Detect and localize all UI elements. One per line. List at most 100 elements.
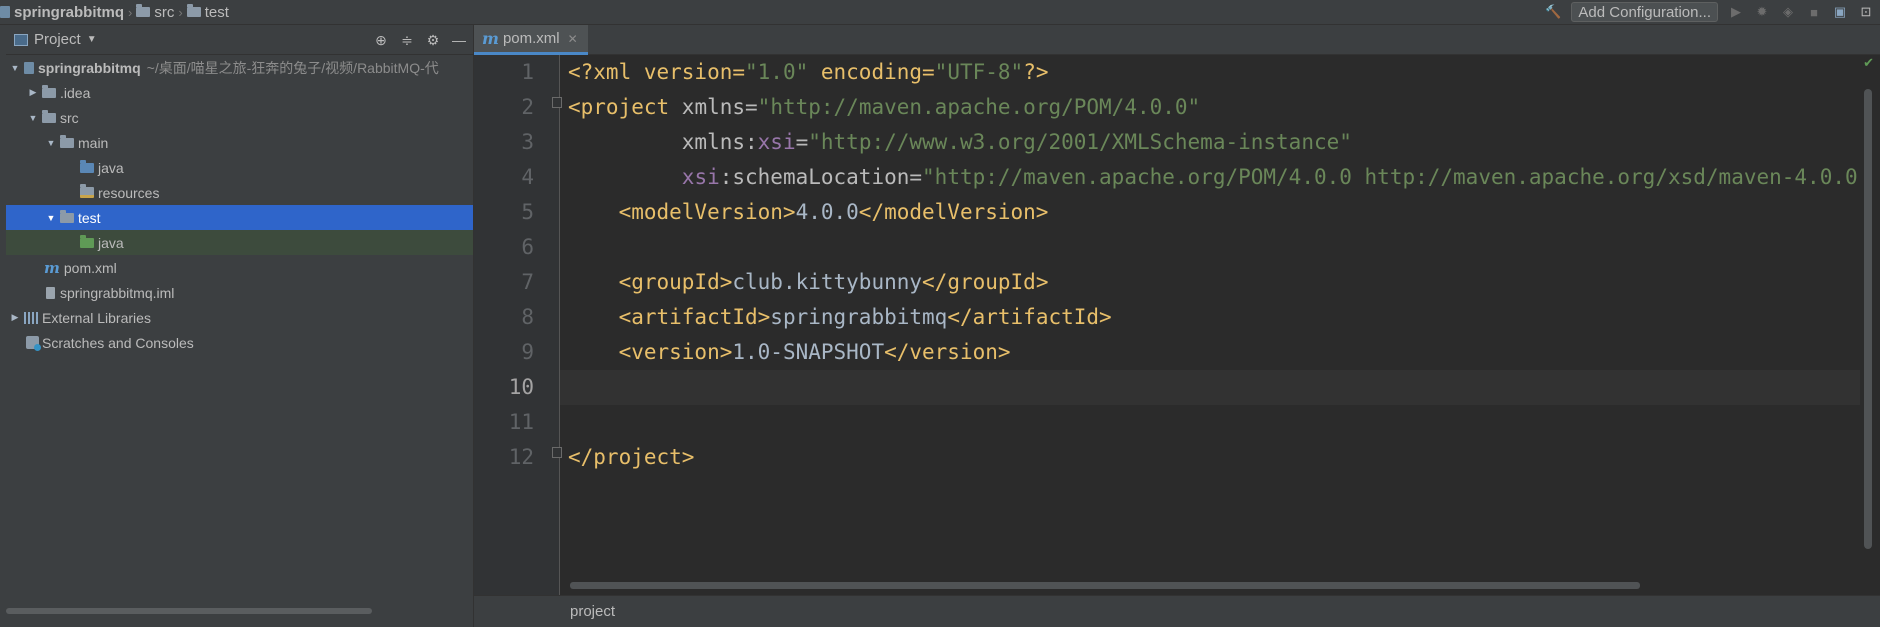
tab-label: pom.xml	[502, 30, 560, 47]
chevron-down-icon: ▼	[86, 34, 97, 45]
code-token: "http://maven.apache.org/POM/4.0.0"	[757, 95, 1201, 119]
hammer-icon[interactable]: 🔨	[1545, 4, 1561, 20]
code-token: club.kittybunny	[732, 270, 923, 294]
line-number: 11	[508, 410, 534, 434]
code-token: "http://maven.apache.org/POM/4.0.0 http:…	[922, 165, 1860, 189]
line-number-current: 10	[508, 375, 534, 399]
minimize-icon[interactable]: —	[451, 32, 467, 48]
tree-item-label: pom.xml	[63, 259, 117, 276]
line-number: 8	[521, 305, 534, 329]
code-token: :schemaLocation=	[719, 165, 923, 189]
horizontal-scrollbar[interactable]	[570, 582, 1640, 589]
tree-item-label: java	[98, 234, 124, 251]
line-number: 5	[521, 200, 534, 224]
editor-tab-bar: m pom.xml ✕	[474, 25, 1880, 55]
tree-item-main[interactable]: ▼ main	[6, 130, 473, 155]
module-path: ~/桌面/喵星之旅-狂奔的兔子/视频/RabbitMQ-代	[146, 59, 439, 76]
expanded-arrow-icon[interactable]: ▼	[8, 63, 22, 73]
code-token: <?xml version=	[568, 60, 746, 84]
module-icon	[24, 61, 34, 74]
tree-item-idea[interactable]: ▶ .idea	[6, 80, 473, 105]
expanded-arrow-icon[interactable]: ▼	[44, 138, 58, 148]
tree-item-src[interactable]: ▼ src	[6, 105, 473, 130]
tree-item-resources[interactable]: resources	[6, 180, 473, 205]
project-view-icon	[14, 33, 28, 46]
collapsed-arrow-icon[interactable]: ▶	[26, 87, 40, 98]
vertical-scrollbar[interactable]	[1864, 89, 1872, 549]
project-view-selector[interactable]: Project ▼	[14, 31, 97, 48]
code-token: </artifactId>	[947, 305, 1112, 329]
code-line-current	[560, 370, 1860, 405]
tree-item-label: src	[60, 109, 79, 126]
collapse-all-icon[interactable]: ≑	[399, 32, 415, 49]
line-number: 12	[508, 445, 534, 469]
expanded-arrow-icon[interactable]: ▼	[26, 113, 40, 123]
terminal-icon[interactable]: ⊡	[1858, 4, 1874, 20]
code-token: <modelVersion>	[568, 200, 796, 224]
add-configuration-button[interactable]: Add Configuration...	[1571, 2, 1718, 22]
project-structure-icon[interactable]: ▣	[1832, 4, 1848, 20]
code-line: xmlns:xsi="http://www.w3.org/2001/XMLSch…	[560, 125, 1860, 160]
breadcrumb-item-test[interactable]: test	[186, 4, 229, 21]
tree-item-iml[interactable]: springrabbitmq.iml	[6, 280, 473, 305]
locate-icon[interactable]: ⊕	[373, 32, 389, 49]
resources-folder-icon	[80, 184, 94, 198]
horizontal-scrollbar[interactable]	[6, 608, 372, 614]
tree-item-test-java[interactable]: java	[6, 230, 473, 255]
breadcrumb-item-src[interactable]: src	[136, 4, 174, 21]
maven-icon: m	[44, 258, 60, 277]
gear-icon[interactable]: ⚙	[425, 32, 441, 49]
module-icon	[0, 6, 10, 18]
project-tree: ▼ springrabbitmq ~/桌面/喵星之旅-狂奔的兔子/视频/Rabb…	[6, 55, 473, 355]
stop-icon[interactable]: ■	[1806, 4, 1822, 20]
tree-item-scratches[interactable]: Scratches and Consoles	[6, 330, 473, 355]
breadcrumb-tag[interactable]: project	[570, 603, 615, 620]
code-token: "http://www.w3.org/2001/XMLSchema-instan…	[808, 130, 1352, 154]
coverage-icon[interactable]: ◈	[1780, 4, 1796, 20]
run-icon[interactable]: ▶	[1728, 4, 1744, 20]
code-token: </groupId>	[922, 270, 1049, 294]
line-number: 9	[521, 340, 534, 364]
code-token: <groupId>	[568, 270, 733, 294]
tree-item-external-libraries[interactable]: ▶ External Libraries	[6, 305, 473, 330]
expanded-arrow-icon[interactable]: ▼	[44, 213, 58, 223]
breadcrumb-item-module[interactable]: springrabbitmq	[0, 4, 124, 21]
navigation-bar: springrabbitmq › src › test 🔨 Add Config…	[0, 0, 1880, 25]
code-token: springrabbitmq	[770, 305, 948, 329]
code-token: </version>	[884, 340, 1011, 364]
tree-item-label: .idea	[60, 84, 91, 101]
folder-icon	[60, 209, 74, 223]
editor-area: m pom.xml ✕ 1 2 3 4 5 6 7 8 9 10 11 12 <…	[473, 25, 1880, 627]
tree-item-test[interactable]: ▼ test	[6, 205, 473, 230]
library-icon	[24, 311, 38, 324]
code-token: xsi	[681, 165, 720, 189]
code-token: <version>	[568, 340, 733, 364]
tree-item-label: java	[98, 159, 124, 176]
folder-icon	[136, 4, 151, 17]
check-icon: ✔	[1863, 55, 1874, 70]
code-editor[interactable]: <?xml version="1.0" encoding="UTF-8"?> <…	[560, 55, 1860, 595]
debug-icon[interactable]: ✹	[1754, 4, 1770, 20]
code-token: ?>	[1023, 60, 1049, 84]
code-token: encoding=	[808, 60, 935, 84]
tree-item-label: test	[78, 209, 101, 226]
code-token: xmlns=	[669, 95, 758, 119]
tree-item-root[interactable]: ▼ springrabbitmq ~/桌面/喵星之旅-狂奔的兔子/视频/Rabb…	[6, 55, 473, 80]
close-icon[interactable]: ✕	[568, 32, 578, 46]
collapsed-arrow-icon[interactable]: ▶	[8, 312, 22, 323]
tab-pom-xml[interactable]: m pom.xml ✕	[474, 25, 588, 55]
line-number: 1	[521, 60, 534, 84]
code-line: <artifactId>springrabbitmq</artifactId>	[560, 300, 1860, 335]
code-token: <project	[568, 95, 670, 119]
code-line: <groupId>club.kittybunny</groupId>	[560, 265, 1860, 300]
folder-icon	[60, 134, 74, 148]
code-token: </project>	[568, 445, 695, 469]
project-panel-actions: ⊕ ≑ ⚙ —	[373, 25, 467, 55]
tree-item-pom[interactable]: m pom.xml	[6, 255, 473, 280]
tree-item-main-java[interactable]: java	[6, 155, 473, 180]
tree-item-label: External Libraries	[42, 309, 151, 326]
project-tool-window: Project ▼ ⊕ ≑ ⚙ — ▼ springrabbitmq ~/桌面/…	[0, 25, 473, 627]
code-token: </modelVersion>	[858, 200, 1049, 224]
